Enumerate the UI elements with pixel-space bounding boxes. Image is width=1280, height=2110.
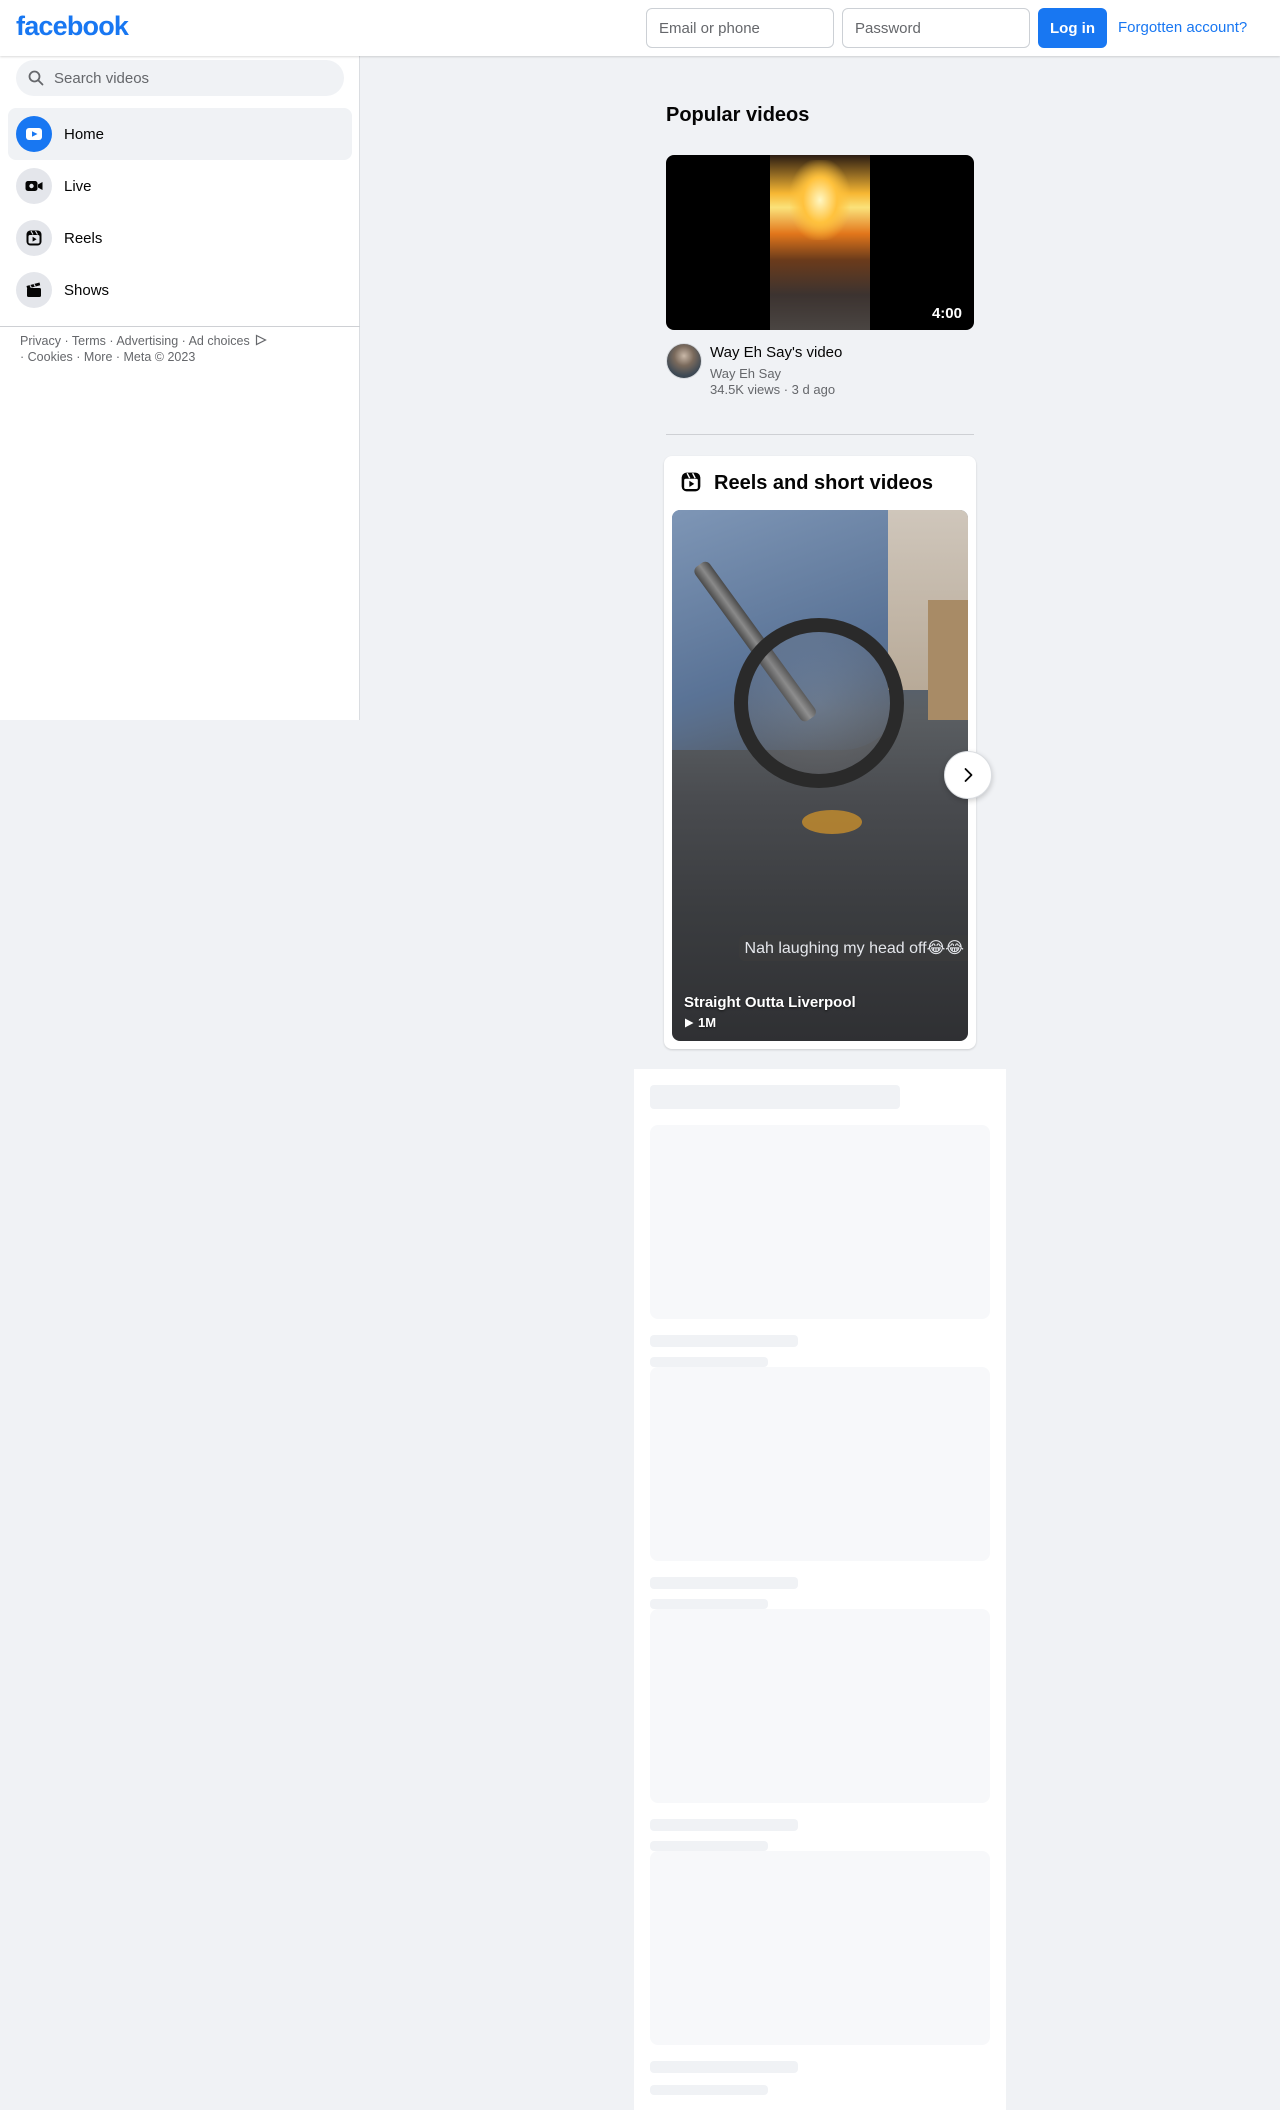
forgotten-account-link[interactable]: Forgotten account?	[1118, 19, 1247, 36]
reel-caption: Straight Outta Liverpool	[684, 994, 856, 1011]
section-divider	[666, 434, 974, 435]
skeleton-line	[650, 2085, 768, 2095]
sidebar-item-label: Shows	[64, 281, 110, 299]
sidebar-item-label: Reels	[64, 229, 103, 247]
popular-videos-heading: Popular videos	[666, 104, 810, 126]
top-navigation-bar: facebook Log in Forgotten account?	[0, 0, 1280, 56]
skeleton-line	[650, 1335, 798, 1347]
chevron-right-icon	[964, 768, 973, 782]
reel-thumbnail[interactable]: Nah laughing my head off😂😂 Straight Outt…	[672, 510, 968, 1041]
sidebar-item-live[interactable]: Live	[8, 160, 352, 212]
footer-more-link[interactable]: More	[84, 350, 112, 364]
footer-advertising-link[interactable]: Advertising	[116, 334, 178, 348]
reels-icon	[681, 472, 701, 492]
skeleton-line	[650, 2061, 798, 2073]
reel-image-shelf	[928, 600, 968, 720]
video-duration: 4:00	[931, 305, 962, 322]
video-title-link[interactable]: Way Eh Say's video	[710, 344, 842, 361]
skeleton-line	[650, 1841, 768, 1851]
reel-image-dirt	[802, 810, 862, 834]
left-sidebar: Home Live Reels	[0, 56, 360, 720]
reel-view-count: 1M	[684, 1015, 716, 1030]
ad-choices-icon	[256, 334, 268, 346]
skeleton-video-block	[650, 1609, 990, 1803]
sidebar-item-home[interactable]: Home	[8, 108, 352, 160]
popular-video-thumbnail[interactable]: 4:00	[666, 155, 974, 330]
footer-cookies-link[interactable]: Cookies	[28, 350, 73, 364]
login-button[interactable]: Log in	[1038, 8, 1107, 48]
sidebar-item-label: Home	[64, 125, 105, 143]
avatar[interactable]	[666, 343, 702, 379]
footer-ad-choices-link[interactable]: Ad choices	[189, 334, 250, 348]
search-icon	[28, 70, 44, 86]
channel-name-link[interactable]: Way Eh Say	[710, 366, 781, 381]
play-icon	[685, 1018, 694, 1027]
skeleton-heading	[650, 1085, 900, 1109]
sidebar-item-reels[interactable]: Reels	[8, 212, 352, 264]
password-field[interactable]	[842, 8, 1030, 48]
facebook-logo[interactable]: facebook	[16, 11, 129, 42]
sidebar-item-label: Live	[64, 177, 92, 195]
skeleton-line	[650, 1577, 798, 1589]
live-camera-icon	[16, 168, 52, 204]
video-frame	[770, 155, 870, 330]
reels-heading: Reels and short videos	[714, 472, 933, 494]
skeleton-line	[650, 1599, 768, 1609]
video-meta: 34.5K views · 3 d ago	[710, 382, 836, 397]
reels-icon	[16, 220, 52, 256]
skeleton-video-block	[650, 1851, 990, 2045]
skeleton-video-block	[650, 1367, 990, 1561]
footer-terms-link[interactable]: Terms	[72, 334, 106, 348]
search-input[interactable]	[48, 60, 338, 96]
loading-placeholder	[634, 1069, 1006, 2110]
reel-image-wheel	[734, 618, 904, 788]
email-field[interactable]	[646, 8, 834, 48]
carousel-next-button[interactable]	[944, 751, 992, 799]
skeleton-line	[650, 1819, 798, 1831]
skeleton-line	[650, 1357, 768, 1367]
fire-image	[790, 160, 850, 240]
footer-links: Privacy · Terms · Advertising · Ad choic…	[20, 333, 320, 365]
footer-copyright: Meta © 2023	[123, 350, 196, 364]
reel-overlay-text: Nah laughing my head off😂😂	[738, 935, 968, 961]
sidebar-divider	[0, 326, 360, 327]
skeleton-video-block	[650, 1125, 990, 1319]
video-age: 3 d ago	[791, 382, 836, 397]
reel-views-value: 1M	[698, 1015, 717, 1030]
reels-section: Reels and short videos Nah laughing my h…	[664, 456, 976, 1049]
sidebar-item-shows[interactable]: Shows	[8, 264, 352, 316]
video-play-icon	[16, 116, 52, 152]
clapperboard-icon	[16, 272, 52, 308]
footer-privacy-link[interactable]: Privacy	[20, 334, 61, 348]
video-views: 34.5K views	[710, 382, 781, 397]
search-box[interactable]	[16, 60, 344, 96]
